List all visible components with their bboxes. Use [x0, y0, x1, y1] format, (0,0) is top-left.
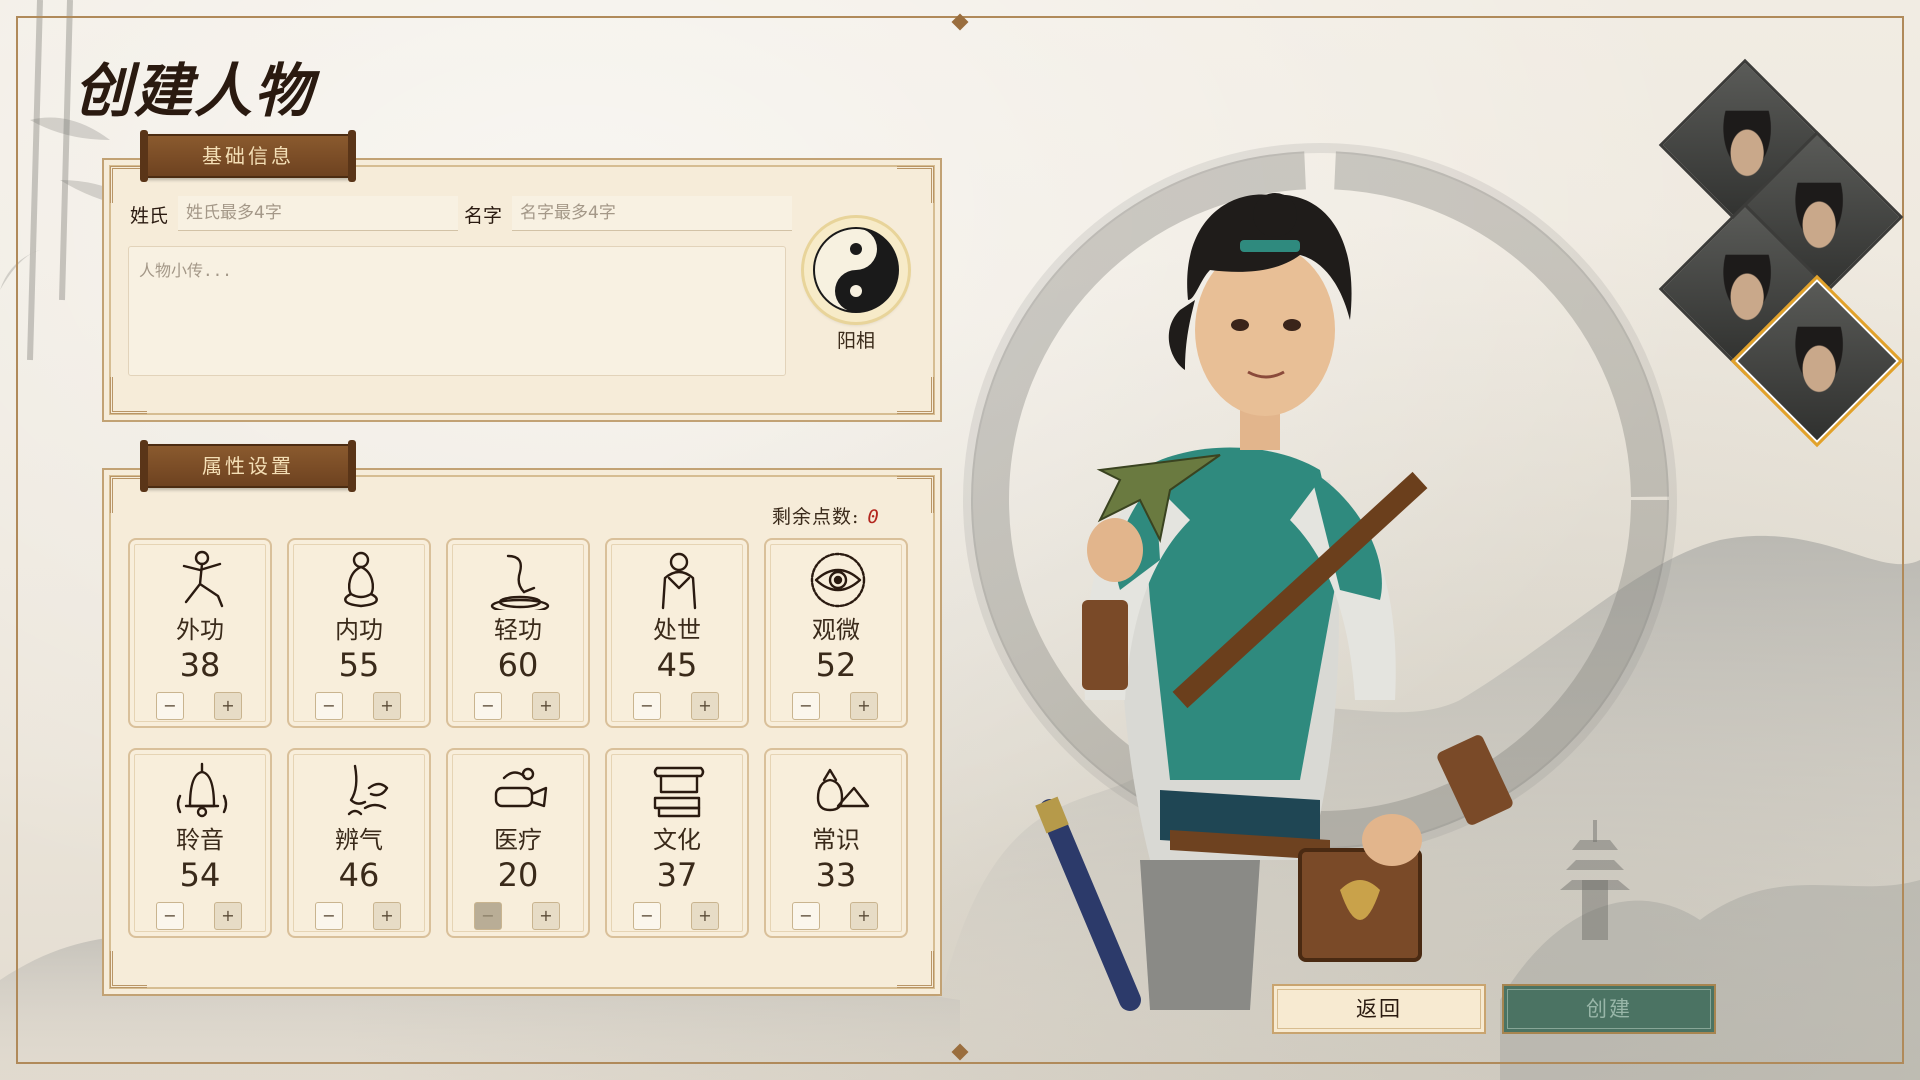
back-button[interactable]: 返回 — [1272, 984, 1486, 1034]
attributes-header: 属性设置 — [140, 440, 356, 492]
decrease-button[interactable]: − — [156, 692, 184, 720]
martial-stance-icon — [182, 550, 224, 608]
create-button[interactable]: 创建 — [1502, 984, 1716, 1034]
increase-button[interactable]: + — [373, 902, 401, 930]
decrease-button[interactable]: − — [633, 902, 661, 930]
decrease-button[interactable]: − — [156, 902, 184, 930]
pouch-hat-icon — [816, 768, 870, 812]
attribute-card: 内功 55 − + — [287, 538, 431, 728]
aspect-toggle[interactable] — [804, 218, 908, 322]
attribute-name: 辨气 — [335, 826, 383, 854]
decrease-button[interactable]: − — [633, 692, 661, 720]
attribute-name: 医疗 — [494, 826, 542, 854]
increase-button[interactable]: + — [214, 692, 242, 720]
attribute-name: 处世 — [653, 616, 701, 644]
attribute-name: 常识 — [812, 826, 860, 854]
attribute-value: 20 — [497, 856, 539, 894]
attribute-card: 观微 52 − + — [764, 538, 908, 728]
increase-button[interactable]: + — [691, 692, 719, 720]
attribute-value: 37 — [656, 856, 698, 894]
leap-icon — [490, 554, 550, 610]
bow-salute-icon — [661, 552, 697, 610]
increase-button[interactable]: + — [850, 692, 878, 720]
decrease-button[interactable]: − — [792, 692, 820, 720]
attribute-value: 54 — [179, 856, 221, 894]
increase-button[interactable]: + — [850, 902, 878, 930]
surname-label: 姓氏 — [130, 205, 169, 227]
scroll-books-icon — [653, 766, 705, 818]
remaining-points-label: 剩余点数: — [772, 506, 860, 528]
basic-info-header: 基础信息 — [140, 130, 356, 182]
bio-textarea[interactable]: 人物小传... — [128, 246, 786, 376]
attribute-card: 处世 45 − + — [605, 538, 749, 728]
aspect-label: 阳相 — [836, 330, 875, 352]
bell-icon — [176, 762, 228, 818]
attribute-value: 33 — [815, 856, 857, 894]
attribute-card: 外功 38 − + — [128, 538, 272, 728]
meditation-icon — [344, 551, 378, 608]
increase-button[interactable]: + — [373, 692, 401, 720]
yin-yang-icon — [813, 227, 899, 313]
attribute-value: 45 — [656, 646, 698, 684]
decrease-button[interactable]: − — [315, 902, 343, 930]
attribute-name: 内功 — [335, 616, 383, 644]
remaining-points: 剩余点数: 0 — [772, 502, 880, 529]
increase-button[interactable]: + — [691, 902, 719, 930]
given-name-label: 名字 — [464, 205, 503, 227]
decrease-button[interactable]: − — [474, 692, 502, 720]
attribute-name: 聆音 — [176, 826, 224, 854]
attribute-name: 文化 — [653, 826, 701, 854]
decrease-button[interactable]: − — [474, 902, 502, 930]
attribute-card: 常识 33 − + — [764, 748, 908, 938]
attribute-card: 轻功 60 − + — [446, 538, 590, 728]
attribute-value: 38 — [179, 646, 221, 684]
increase-button[interactable]: + — [532, 692, 560, 720]
increase-button[interactable]: + — [214, 902, 242, 930]
attribute-value: 46 — [338, 856, 380, 894]
eye-icon — [810, 552, 866, 608]
attribute-value: 60 — [497, 646, 539, 684]
nose-scent-icon — [347, 764, 389, 816]
attribute-value: 52 — [815, 646, 857, 684]
decrease-button[interactable]: − — [792, 902, 820, 930]
bandage-icon — [494, 767, 548, 808]
increase-button[interactable]: + — [532, 902, 560, 930]
attribute-name: 观微 — [812, 616, 860, 644]
attribute-value: 55 — [338, 646, 380, 684]
attribute-name: 外功 — [176, 616, 224, 644]
attribute-name: 轻功 — [494, 616, 542, 644]
surname-input[interactable]: 姓氏最多4字 — [178, 196, 458, 231]
given-name-input[interactable]: 名字最多4字 — [512, 196, 792, 231]
attribute-card: 辨气 46 − + — [287, 748, 431, 938]
page-title: 创建人物 — [74, 57, 315, 125]
attribute-card: 聆音 54 − + — [128, 748, 272, 938]
remaining-points-value: 0 — [867, 506, 880, 528]
attribute-card: 文化 37 − + — [605, 748, 749, 938]
decrease-button[interactable]: − — [315, 692, 343, 720]
attribute-card: 医疗 20 − + — [446, 748, 590, 938]
